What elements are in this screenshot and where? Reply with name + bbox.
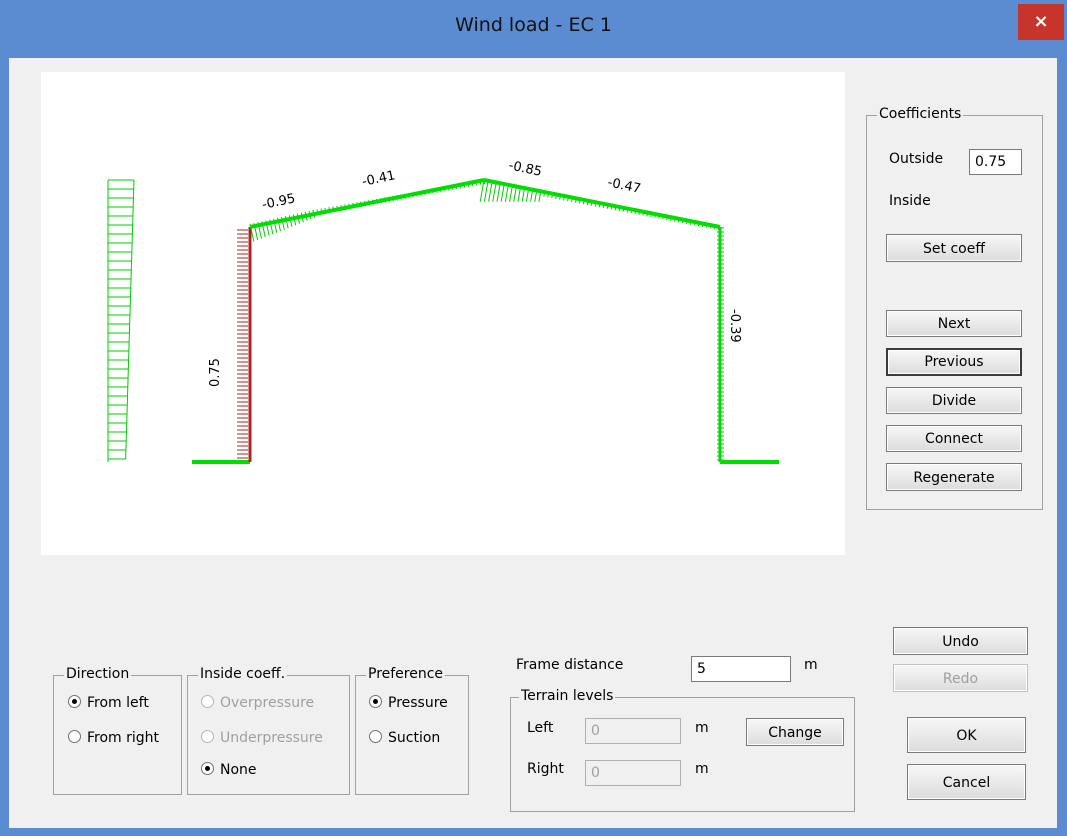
radio-label: Pressure [388,695,448,711]
radio-from-left[interactable]: From left [68,695,149,711]
direction-legend: Direction [64,666,132,682]
outside-label: Outside [889,151,944,167]
coefficients-legend: Coefficients [877,106,964,122]
radio-indicator [201,695,214,708]
radio-label: Suction [388,730,441,746]
radio-suction[interactable]: Suction [369,730,440,746]
outside-coeff-input[interactable]: 0.75 [969,149,1022,175]
frame-distance-label: Frame distance [516,657,624,673]
terrain-left-label: Left [527,720,554,736]
radio-label: From right [87,730,160,746]
radio-indicator [369,730,382,743]
radio-label: Underpressure [220,730,323,746]
inside-coeff-legend: Inside coeff. [198,666,288,682]
redo-button: Redo [893,664,1028,692]
frame-members [192,178,779,464]
right-rafter [483,178,721,229]
divide-button[interactable]: Divide [886,387,1022,414]
title-bar: Wind load - EC 1 × [0,0,1067,58]
frame-distance-input[interactable]: 5 [691,656,791,682]
load-tick [492,182,497,202]
radio-underpressure: Underpressure [201,730,344,746]
frame-distance-unit: m [804,657,818,673]
radio-overpressure: Overpressure [201,695,314,711]
previous-button[interactable]: Previous [886,348,1022,376]
radio-indicator [68,730,81,743]
preference-legend: Preference [366,666,446,682]
cancel-button[interactable]: Cancel [907,764,1026,800]
wind-load-drawing[interactable]: 0.75 -0.39 -0.95 -0.41 -0.85 -0.47 [41,72,845,555]
connect-button[interactable]: Connect [886,425,1022,452]
label-roof-left-a: -0.95 [261,191,297,213]
radio-label: None [220,762,257,778]
window-title: Wind load - EC 1 [455,14,612,36]
label-left-column: 0.75 [208,358,223,387]
load-tick [488,181,493,202]
frame-diagram: 0.75 -0.39 -0.95 -0.41 -0.85 -0.47 [107,158,779,464]
wind-profile-diagram [107,179,135,462]
radio-pressure[interactable]: Pressure [369,695,448,711]
label-roof-left-b: -0.41 [361,168,397,190]
terrain-right-unit: m [695,761,709,777]
terrain-levels-legend: Terrain levels [519,688,616,704]
label-right-column: -0.39 [727,309,742,343]
radio-none[interactable]: None [201,762,257,778]
label-roof-right-b: -0.47 [606,175,642,197]
terrain-right-input: 0 [585,760,681,786]
undo-button[interactable]: Undo [893,627,1028,655]
load-tick [496,182,501,202]
ok-button[interactable]: OK [907,717,1026,753]
radio-label: Overpressure [220,695,315,711]
terrain-left-unit: m [695,720,709,736]
close-button[interactable]: × [1018,4,1064,40]
radio-indicator [68,695,81,708]
label-roof-right-a: -0.85 [507,158,543,180]
load-tick [500,183,505,202]
terrain-left-input: 0 [585,718,681,744]
radio-from-right[interactable]: From right [68,730,159,746]
load-hatching [237,179,724,461]
radio-label: From left [87,695,149,711]
load-tick [504,184,509,202]
terrain-levels-group: Terrain levels [510,688,855,812]
change-button[interactable]: Change [746,718,844,746]
set-coeff-button[interactable]: Set coeff [886,234,1022,262]
radio-indicator [201,762,214,775]
terrain-right-label: Right [527,761,564,777]
next-button[interactable]: Next [886,310,1022,337]
inside-label: Inside [889,193,931,209]
regenerate-button[interactable]: Regenerate [886,463,1022,491]
radio-indicator [201,730,214,743]
radio-indicator [369,695,382,708]
